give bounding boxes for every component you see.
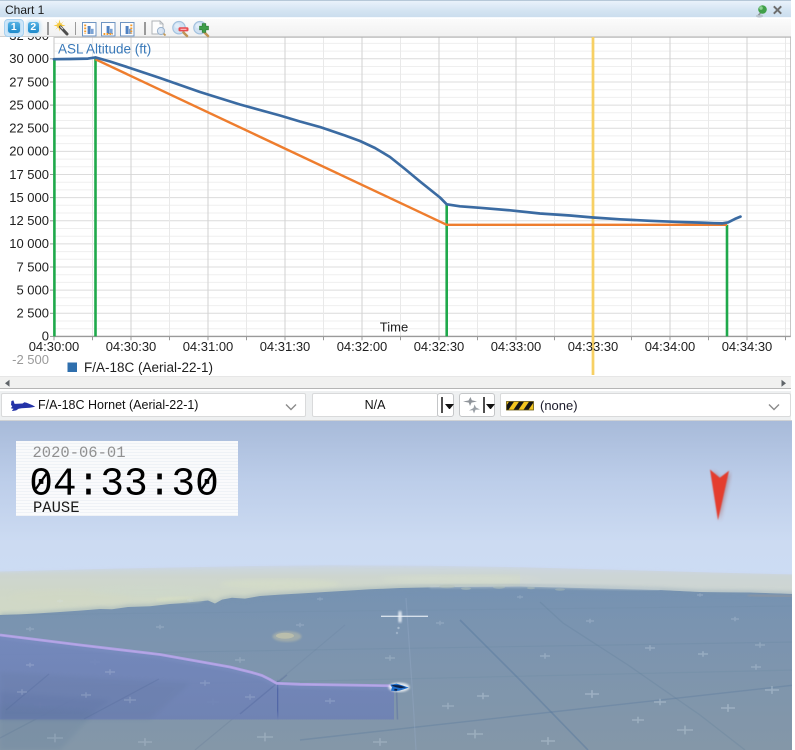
svg-text:25 000: 25 000 xyxy=(9,97,49,112)
svg-text:17 500: 17 500 xyxy=(9,167,49,182)
svg-text:10 000: 10 000 xyxy=(9,236,49,251)
svg-text:04:30:30: 04:30:30 xyxy=(106,339,157,354)
svg-text:27 500: 27 500 xyxy=(9,74,49,89)
svg-text:12 500: 12 500 xyxy=(9,213,49,228)
svg-text:04:33:30: 04:33:30 xyxy=(568,339,619,354)
svg-text:04:33:00: 04:33:00 xyxy=(491,339,542,354)
svg-text:04:32:30: 04:32:30 xyxy=(414,339,465,354)
svg-text:2 500: 2 500 xyxy=(16,306,49,321)
svg-text:30 000: 30 000 xyxy=(9,51,49,66)
svg-text:15 000: 15 000 xyxy=(9,190,49,205)
svg-text:04:32:00: 04:32:00 xyxy=(337,339,388,354)
svg-text:Time: Time xyxy=(380,320,408,335)
svg-text:F/A-18C (Aerial-22-1): F/A-18C (Aerial-22-1) xyxy=(84,360,213,375)
svg-text:7 500: 7 500 xyxy=(16,259,49,274)
svg-text:ASL Altitude (ft): ASL Altitude (ft) xyxy=(58,42,151,57)
svg-text:5 000: 5 000 xyxy=(16,282,49,297)
svg-text:20 000: 20 000 xyxy=(9,144,49,159)
svg-text:04:31:00: 04:31:00 xyxy=(183,339,234,354)
svg-text:04:34:30: 04:34:30 xyxy=(722,339,773,354)
svg-text:04:34:00: 04:34:00 xyxy=(645,339,696,354)
svg-text:-2 500: -2 500 xyxy=(12,352,49,367)
svg-text:04:30:00: 04:30:00 xyxy=(29,339,80,354)
svg-text:22 500: 22 500 xyxy=(9,121,49,136)
svg-text:04:31:30: 04:31:30 xyxy=(260,339,311,354)
